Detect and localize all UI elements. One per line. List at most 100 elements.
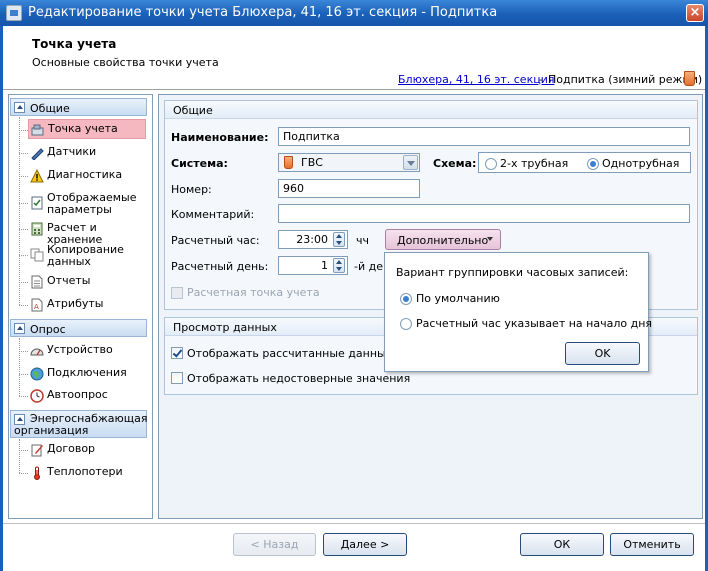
- sensor-icon: [31, 148, 44, 160]
- comment-field[interactable]: [278, 204, 690, 223]
- hour-label: Расчетный час:: [171, 234, 260, 247]
- section-header: Общие: [165, 101, 697, 119]
- nav-item-diagnostika[interactable]: Диагностика: [28, 166, 146, 186]
- nav-item-label: Теплопотери: [47, 465, 123, 478]
- nav-item-label: параметры: [47, 203, 112, 216]
- nav-group-label: Общие: [30, 102, 70, 115]
- number-field[interactable]: 960: [278, 179, 420, 198]
- section-title: Просмотр данных: [173, 321, 277, 334]
- next-button[interactable]: Далее >: [323, 533, 407, 556]
- cancel-button[interactable]: Отменить: [610, 533, 694, 556]
- nav-item-avtoopros[interactable]: Автоопрос: [28, 386, 146, 406]
- comment-label: Комментарий:: [171, 208, 255, 221]
- gauge-icon: [30, 348, 44, 356]
- system-value: ГВС: [301, 156, 323, 169]
- tree-branch: [19, 203, 28, 204]
- scheme-two-pipe-label: 2-х трубная: [500, 157, 569, 170]
- show-calculated-label: Отображать рассчитанные данные: [187, 347, 393, 360]
- hour-spinner[interactable]: [333, 232, 345, 247]
- option-day-start-radio[interactable]: [400, 318, 412, 330]
- system-select[interactable]: ГВС: [278, 153, 420, 172]
- nav-item-label: данных: [47, 255, 91, 268]
- name-label: Наименование:: [171, 131, 269, 144]
- nav-group-general[interactable]: Общие: [10, 98, 147, 116]
- scheme-single-pipe-radio[interactable]: [587, 158, 599, 170]
- page-title: Точка учета: [32, 37, 117, 51]
- page-subtitle: Основные свойства точки учета: [32, 56, 219, 69]
- point-checkbox[interactable]: [171, 287, 183, 299]
- header-divider: [3, 89, 705, 91]
- nav-item-label: Подключения: [47, 366, 127, 379]
- close-button[interactable]: ×: [686, 4, 704, 22]
- tree-branch: [19, 282, 28, 283]
- cup-icon: [684, 71, 695, 86]
- ok-button[interactable]: ОК: [520, 533, 604, 556]
- nav-item-kopirovanie-dannyh[interactable]: Копирование данных: [28, 241, 146, 269]
- additional-button-label: Дополнительно: [397, 234, 489, 247]
- nav-item-label: Отчеты: [47, 274, 91, 287]
- breadcrumb-link[interactable]: Блюхера, 41, 16 эт. секция: [398, 73, 554, 86]
- window-icon: [6, 5, 22, 21]
- nav-group-energosnabzhayushchaya[interactable]: Энергоснабжающая организация: [10, 410, 148, 438]
- thermometer-icon: [34, 466, 40, 480]
- tree-branch: [19, 351, 28, 352]
- tree-branch: [19, 374, 28, 375]
- system-dropdown-button[interactable]: [403, 155, 418, 170]
- scheme-two-pipe-radio[interactable]: [485, 158, 497, 170]
- tree-branch: [19, 176, 28, 177]
- day-label: Расчетный день:: [171, 260, 269, 273]
- scheme-label: Схема:: [433, 157, 477, 170]
- chevron-down-icon: [487, 237, 493, 241]
- nav-item-atributy[interactable]: A Атрибуты: [28, 295, 146, 315]
- chevron-down-icon: [407, 161, 415, 166]
- option-default-label: По умолчанию: [416, 292, 500, 305]
- popup-ok-button[interactable]: OK: [565, 342, 640, 365]
- nav-item-ustroystvo[interactable]: Устройство: [28, 341, 146, 361]
- nav-item-podklyucheniya[interactable]: Подключения: [28, 364, 146, 384]
- option-default-radio[interactable]: [400, 293, 412, 305]
- tree-branch: [19, 473, 28, 474]
- section-title: Общие: [173, 104, 213, 117]
- collapse-icon[interactable]: [14, 102, 25, 113]
- nav-item-label: Автоопрос: [47, 388, 108, 401]
- nav-item-teplopoteri[interactable]: Теплопотери: [28, 463, 146, 483]
- nav-item-raschet-i-hranenie[interactable]: Расчет и хранение: [28, 219, 146, 246]
- number-label: Номер:: [171, 183, 212, 196]
- clock-icon: [30, 389, 44, 403]
- tree-branch: [19, 130, 28, 131]
- attribute-icon: A: [31, 298, 43, 312]
- globe-icon: [30, 367, 44, 381]
- window-frame-left: [0, 26, 3, 571]
- nav-item-label: Датчики: [47, 145, 97, 158]
- tree-branch: [19, 229, 28, 230]
- name-field[interactable]: Подпитка: [278, 127, 690, 146]
- nav-item-tochka-ucheta[interactable]: Точка учета: [28, 119, 146, 139]
- nav-item-otchety[interactable]: Отчеты: [28, 272, 146, 292]
- warning-icon: [30, 169, 44, 183]
- popup-title: Вариант группировки часовых записей:: [396, 266, 629, 279]
- tree-branch: [19, 305, 28, 306]
- nav-group-opros[interactable]: Опрос: [10, 319, 147, 337]
- report-icon: [31, 275, 43, 289]
- back-button[interactable]: < Назад: [233, 533, 316, 556]
- nav-item-datchiki[interactable]: Датчики: [28, 143, 146, 163]
- tree-line: [19, 117, 20, 305]
- tree-branch: [19, 396, 28, 397]
- day-spinner[interactable]: [333, 258, 345, 273]
- show-calculated-checkbox[interactable]: [171, 347, 183, 359]
- show-unreliable-label: Отображать недостоверные значения: [187, 372, 411, 385]
- point-checkbox-label: Расчетная точка учета: [187, 286, 320, 299]
- show-unreliable-checkbox[interactable]: [171, 372, 183, 384]
- checklist-icon: [31, 196, 43, 210]
- title-bar: Редактирование точки учета Блюхера, 41, …: [0, 0, 708, 26]
- tree-branch: [19, 450, 28, 451]
- nav-item-dogovor[interactable]: Договор: [28, 440, 146, 460]
- breadcrumb-separator: -: [539, 73, 543, 86]
- tree-line: [19, 338, 20, 396]
- nav-item-otobrazhaemye-parametry[interactable]: Отображаемые параметры: [28, 189, 146, 217]
- additional-button[interactable]: Дополнительно: [385, 229, 501, 250]
- scheme-single-pipe-label: Однотрубная: [602, 157, 680, 170]
- tree-line: [19, 439, 20, 473]
- nav-item-label: Точка учета: [48, 122, 118, 135]
- collapse-icon[interactable]: [14, 323, 25, 334]
